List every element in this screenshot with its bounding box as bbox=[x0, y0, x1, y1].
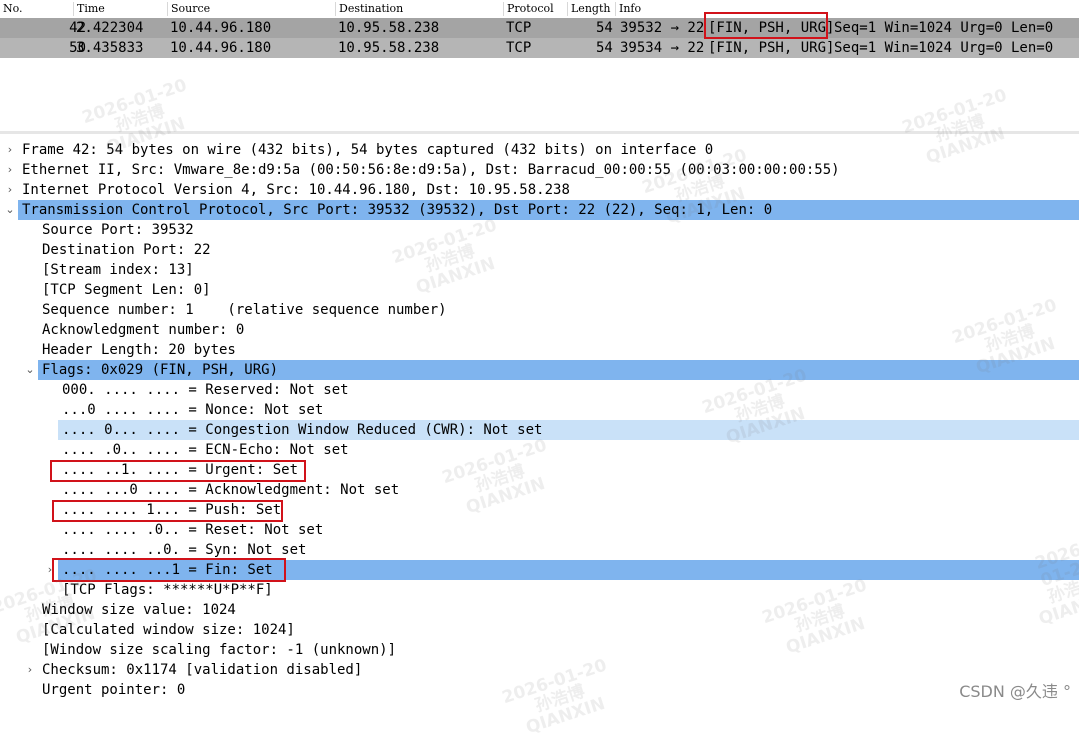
detail-row[interactable]: [Calculated window size: 1024] bbox=[0, 620, 1079, 640]
packet-info-rest: Seq=1 Win=1024 Urg=0 Len=0 bbox=[834, 40, 1054, 56]
detail-text: Acknowledgment number: 0 bbox=[42, 322, 245, 338]
detail-text: Window size value: 1024 bbox=[42, 602, 236, 618]
chevron-down-icon[interactable]: ⌄ bbox=[24, 360, 36, 380]
detail-row[interactable]: › Internet Protocol Version 4, Src: 10.44… bbox=[0, 180, 1079, 200]
detail-text: [Window size scaling factor: -1 (unknown… bbox=[42, 642, 397, 658]
packet-length: 54 bbox=[596, 40, 613, 56]
detail-row[interactable]: .... .... 1... = Push: Set bbox=[0, 500, 1079, 520]
detail-text: Ethernet II, Src: Vmware_8e:d9:5a (00:50… bbox=[22, 162, 840, 178]
packet-info-ports: 39534 → 22 bbox=[620, 40, 705, 56]
csdn-credit: CSDN @久违 ° bbox=[959, 682, 1071, 701]
detail-text: Transmission Control Protocol, Src Port:… bbox=[22, 202, 773, 218]
detail-row[interactable]: Destination Port: 22 bbox=[0, 240, 1079, 260]
chevron-right-icon[interactable]: › bbox=[4, 180, 16, 200]
detail-text: Urgent pointer: 0 bbox=[42, 682, 186, 698]
column-header-time[interactable]: Time bbox=[74, 2, 168, 16]
chevron-right-icon[interactable]: › bbox=[4, 160, 16, 180]
detail-row[interactable]: › Ethernet II, Src: Vmware_8e:d9:5a (00:5… bbox=[0, 160, 1079, 180]
packet-time: 2.422304 bbox=[76, 20, 144, 36]
detail-text: [TCP Segment Len: 0] bbox=[42, 282, 211, 298]
packet-list-empty-area bbox=[0, 58, 1079, 130]
packet-info-rest: Seq=1 Win=1024 Urg=0 Len=0 bbox=[834, 20, 1054, 36]
detail-row[interactable]: 000. .... .... = Reserved: Not set bbox=[0, 380, 1079, 400]
detail-text: Flags: 0x029 (FIN, PSH, URG) bbox=[42, 362, 279, 378]
detail-row[interactable]: [TCP Segment Len: 0] bbox=[0, 280, 1079, 300]
detail-row[interactable]: › Checksum: 0x1174 [validation disabled] bbox=[0, 660, 1079, 680]
chevron-right-icon[interactable]: › bbox=[44, 560, 56, 580]
column-header-no[interactable]: No. bbox=[0, 2, 74, 16]
column-header-source[interactable]: Source bbox=[168, 2, 336, 16]
detail-row[interactable]: .... ..1. .... = Urgent: Set bbox=[0, 460, 1079, 480]
detail-text: .... .0.. .... = ECN-Echo: Not set bbox=[62, 442, 349, 458]
packet-destination: 10.95.58.238 bbox=[338, 20, 440, 36]
detail-row[interactable]: .... .... .0.. = Reset: Not set bbox=[0, 520, 1079, 540]
packet-info-flags: [FIN, PSH, URG] bbox=[708, 40, 835, 56]
packet-row[interactable]: 50 3.435833 10.44.96.180 10.95.58.238 TC… bbox=[0, 38, 1079, 58]
detail-row[interactable]: ...0 .... .... = Nonce: Not set bbox=[0, 400, 1079, 420]
packet-source: 10.44.96.180 bbox=[170, 40, 272, 56]
detail-row[interactable]: Acknowledgment number: 0 bbox=[0, 320, 1079, 340]
packet-time: 3.435833 bbox=[76, 40, 144, 56]
detail-text: .... 0... .... = Congestion Window Reduc… bbox=[62, 422, 543, 438]
column-header-destination[interactable]: Destination bbox=[336, 2, 504, 16]
detail-row[interactable]: ›.... .... ...1 = Fin: Set bbox=[48, 560, 1079, 580]
detail-row[interactable]: [TCP Flags: ******U*P**F] bbox=[0, 580, 1079, 600]
detail-text: ...0 .... .... = Nonce: Not set bbox=[62, 402, 324, 418]
detail-text: Source Port: 39532 bbox=[42, 222, 194, 238]
detail-row[interactable]: .... 0... .... = Congestion Window Reduc… bbox=[58, 420, 1079, 440]
column-header-length[interactable]: Length bbox=[568, 2, 616, 16]
packet-protocol: TCP bbox=[506, 40, 532, 56]
packet-protocol: TCP bbox=[506, 20, 532, 36]
detail-text: [TCP Flags: ******U*P**F] bbox=[62, 582, 273, 598]
detail-row[interactable]: [Window size scaling factor: -1 (unknown… bbox=[0, 640, 1079, 660]
column-header-info[interactable]: Info bbox=[616, 2, 1079, 16]
detail-text: Sequence number: 1 (relative sequence nu… bbox=[42, 302, 447, 318]
detail-text: .... ...0 .... = Acknowledgment: Not set bbox=[62, 482, 400, 498]
detail-text: .... .... ...1 = Fin: Set bbox=[62, 562, 273, 578]
detail-row[interactable]: .... .... ..0. = Syn: Not set bbox=[0, 540, 1079, 560]
detail-row[interactable]: [Stream index: 13] bbox=[0, 260, 1079, 280]
packet-destination: 10.95.58.238 bbox=[338, 40, 440, 56]
detail-text: Internet Protocol Version 4, Src: 10.44.… bbox=[22, 182, 570, 198]
chevron-right-icon[interactable]: › bbox=[4, 140, 16, 160]
packet-length: 54 bbox=[596, 20, 613, 36]
detail-text: Frame 42: 54 bytes on wire (432 bits), 5… bbox=[22, 142, 714, 158]
packet-info-ports: 39532 → 22 bbox=[620, 20, 705, 36]
detail-row[interactable]: Sequence number: 1 (relative sequence nu… bbox=[0, 300, 1079, 320]
detail-text: .... ..1. .... = Urgent: Set bbox=[62, 462, 299, 478]
detail-row[interactable]: Window size value: 1024 bbox=[0, 600, 1079, 620]
packet-source: 10.44.96.180 bbox=[170, 20, 272, 36]
detail-text: [Stream index: 13] bbox=[42, 262, 194, 278]
detail-text: Checksum: 0x1174 [validation disabled] bbox=[42, 662, 363, 678]
chevron-down-icon[interactable]: ⌄ bbox=[4, 200, 16, 220]
detail-row[interactable]: .... .0.. .... = ECN-Echo: Not set bbox=[0, 440, 1079, 460]
pane-splitter[interactable] bbox=[0, 131, 1079, 134]
detail-row[interactable]: Urgent pointer: 0 bbox=[0, 680, 1079, 700]
detail-text: Header Length: 20 bytes bbox=[42, 342, 236, 358]
detail-row[interactable]: › Frame 42: 54 bytes on wire (432 bits), … bbox=[0, 140, 1079, 160]
detail-row[interactable]: ⌄ Transmission Control Protocol, Src Port… bbox=[5, 200, 1079, 220]
detail-row[interactable]: .... ...0 .... = Acknowledgment: Not set bbox=[0, 480, 1079, 500]
packet-info-flags: [FIN, PSH, URG] bbox=[708, 20, 835, 36]
detail-text: [Calculated window size: 1024] bbox=[42, 622, 295, 638]
detail-text: Destination Port: 22 bbox=[42, 242, 211, 258]
detail-row[interactable]: Source Port: 39532 bbox=[0, 220, 1079, 240]
column-header-protocol[interactable]: Protocol bbox=[504, 2, 568, 16]
detail-row[interactable]: Header Length: 20 bytes bbox=[0, 340, 1079, 360]
detail-text: 000. .... .... = Reserved: Not set bbox=[62, 382, 349, 398]
chevron-right-icon[interactable]: › bbox=[24, 660, 36, 680]
packet-row[interactable]: 42 2.422304 10.44.96.180 10.95.58.238 TC… bbox=[0, 18, 1079, 38]
detail-text: .... .... 1... = Push: Set bbox=[62, 502, 282, 518]
detail-text: .... .... ..0. = Syn: Not set bbox=[62, 542, 307, 558]
packet-list-header: No. Time Source Destination Protocol Len… bbox=[0, 0, 1079, 19]
detail-text: .... .... .0.. = Reset: Not set bbox=[62, 522, 324, 538]
detail-row[interactable]: ⌄ Flags: 0x029 (FIN, PSH, URG) bbox=[25, 360, 1079, 380]
